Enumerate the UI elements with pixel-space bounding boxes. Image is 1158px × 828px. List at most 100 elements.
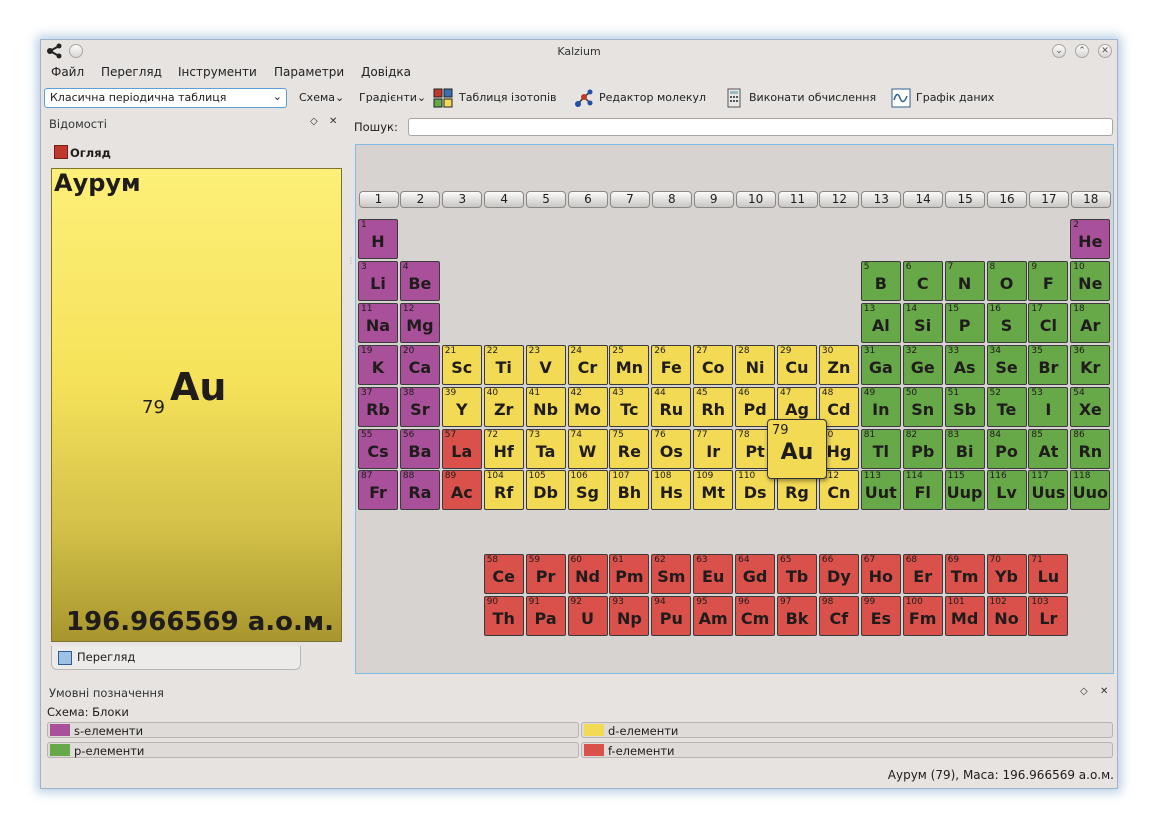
selected-element-popup[interactable]: 79 Au: [767, 418, 827, 479]
group-header-12[interactable]: 12: [819, 191, 860, 208]
element-cell-u[interactable]: 92 U: [567, 596, 608, 637]
element-cell-o[interactable]: 8O: [986, 260, 1027, 301]
calculate-button[interactable]: Виконати обчислення: [749, 91, 876, 104]
element-cell-co[interactable]: 27 Co: [693, 344, 734, 385]
element-cell-nd[interactable]: 60 Nd: [567, 554, 608, 595]
group-header-10[interactable]: 10: [735, 191, 776, 208]
close-button[interactable]: ✕: [1098, 44, 1112, 58]
element-cell-be[interactable]: 4 Be: [399, 260, 440, 301]
element-cell-yb[interactable]: 70 Yb: [986, 554, 1027, 595]
element-cell-cl[interactable]: 17 Cl: [1028, 302, 1069, 343]
element-cell-te[interactable]: 52 Te: [986, 386, 1027, 427]
group-header-18[interactable]: 18: [1070, 191, 1111, 208]
element-cell-eu[interactable]: 63 Eu: [693, 554, 734, 595]
float-legend-icon[interactable]: ◇: [1080, 686, 1088, 697]
element-cell-si[interactable]: 14 Si: [902, 302, 943, 343]
element-cell-fl[interactable]: 114 Fl: [902, 470, 943, 511]
element-cell-uus[interactable]: 117 Uus: [1028, 470, 1069, 511]
element-cell-kr[interactable]: 36 Kr: [1070, 344, 1111, 385]
element-cell-cs[interactable]: 55 Cs: [358, 428, 398, 469]
element-cell-db[interactable]: 105 Db: [525, 470, 566, 511]
element-cell-y[interactable]: 39 Y: [441, 386, 482, 427]
element-cell-ir[interactable]: 77 Ir: [693, 428, 734, 469]
element-cell-mg[interactable]: 12 Mg: [399, 302, 440, 343]
element-cell-zn[interactable]: 30 Zn: [818, 344, 859, 385]
element-cell-lu[interactable]: 71 Lu: [1028, 554, 1069, 595]
element-cell-ta[interactable]: 73 Ta: [525, 428, 566, 469]
element-cell-at[interactable]: 85 At: [1028, 428, 1069, 469]
group-header-2[interactable]: 2: [400, 191, 441, 208]
close-dock-icon[interactable]: ✕: [329, 116, 337, 127]
element-cell-es[interactable]: 99 Es: [860, 596, 901, 637]
element-cell-ac[interactable]: 89 Ac: [441, 470, 482, 511]
element-cell-np[interactable]: 93 Np: [609, 596, 650, 637]
element-cell-pr[interactable]: 59 Pr: [525, 554, 566, 595]
element-cell-rh[interactable]: 45 Rh: [693, 386, 734, 427]
element-cell-mn[interactable]: 25 Mn: [609, 344, 650, 385]
element-cell-p[interactable]: 15 P: [944, 302, 985, 343]
element-cell-s[interactable]: 16 S: [986, 302, 1027, 343]
element-cell-cu[interactable]: 29 Cu: [777, 344, 817, 385]
element-cell-sb[interactable]: 51 Sb: [944, 386, 985, 427]
element-cell-li[interactable]: 3 Li: [358, 260, 398, 301]
group-header-13[interactable]: 13: [861, 191, 902, 208]
element-cell-hf[interactable]: 72 Hf: [483, 428, 524, 469]
element-cell-gd[interactable]: 64 Gd: [735, 554, 776, 595]
element-cell-dy[interactable]: 66 Dy: [818, 554, 859, 595]
element-cell-no[interactable]: 102 No: [986, 596, 1027, 637]
element-cell-rf[interactable]: 104 Rf: [483, 470, 524, 511]
element-cell-xe[interactable]: 54 Xe: [1070, 386, 1111, 427]
element-cell-ni[interactable]: 28 Ni: [735, 344, 776, 385]
element-cell-la[interactable]: 57 La: [441, 428, 482, 469]
element-cell-v[interactable]: 23 V: [525, 344, 566, 385]
element-cell-h[interactable]: 1H: [358, 219, 398, 259]
element-cell-br[interactable]: 35 Br: [1028, 344, 1069, 385]
element-cell-cr[interactable]: 24 Cr: [567, 344, 608, 385]
minimize-button[interactable]: ⌄: [1052, 44, 1066, 58]
element-cell-pb[interactable]: 82 Pb: [902, 428, 943, 469]
group-header-9[interactable]: 9: [693, 191, 734, 208]
element-cell-i[interactable]: 53 I: [1028, 386, 1069, 427]
menu-view[interactable]: Перегляд: [101, 65, 162, 79]
element-cell-uuo[interactable]: 118 Uuo: [1070, 470, 1111, 511]
element-cell-re[interactable]: 75 Re: [609, 428, 650, 469]
element-cell-fm[interactable]: 100 Fm: [902, 596, 943, 637]
element-cell-n[interactable]: 7N: [944, 260, 985, 301]
element-cell-sc[interactable]: 21 Sc: [441, 344, 482, 385]
group-header-16[interactable]: 16: [987, 191, 1027, 208]
menu-file[interactable]: Файл: [51, 65, 84, 79]
element-cell-ar[interactable]: 18 Ar: [1070, 302, 1111, 343]
group-header-6[interactable]: 6: [568, 191, 608, 208]
menu-help[interactable]: Довідка: [361, 65, 411, 79]
element-cell-ba[interactable]: 56 Ba: [399, 428, 440, 469]
element-cell-sg[interactable]: 106 Sg: [567, 470, 608, 511]
element-cell-f[interactable]: 9F: [1028, 260, 1069, 301]
element-cell-as[interactable]: 33 As: [944, 344, 985, 385]
group-header-1[interactable]: 1: [358, 191, 399, 208]
data-plot-button[interactable]: Графік даних: [916, 91, 994, 104]
maximize-button[interactable]: ⌃: [1075, 44, 1089, 58]
element-cell-ca[interactable]: 20 Ca: [399, 344, 440, 385]
element-cell-sn[interactable]: 50 Sn: [902, 386, 943, 427]
calculator-icon[interactable]: [724, 88, 744, 108]
element-cell-na[interactable]: 11 Na: [358, 302, 398, 343]
element-cell-uut[interactable]: 113 Uut: [860, 470, 901, 511]
element-cell-mt[interactable]: 109 Mt: [693, 470, 734, 511]
element-cell-bi[interactable]: 83 Bi: [944, 428, 985, 469]
element-cell-tl[interactable]: 81 Tl: [860, 428, 901, 469]
element-cell-lr[interactable]: 103 Lr: [1028, 596, 1069, 637]
element-cell-b[interactable]: 5B: [860, 260, 901, 301]
menu-settings[interactable]: Параметри: [274, 65, 344, 79]
element-cell-nb[interactable]: 41 Nb: [525, 386, 566, 427]
element-cell-pa[interactable]: 91 Pa: [525, 596, 566, 637]
group-header-11[interactable]: 11: [777, 191, 818, 208]
element-cell-tc[interactable]: 43 Tc: [609, 386, 650, 427]
tab-view[interactable]: Перегляд: [51, 646, 301, 670]
element-cell-fe[interactable]: 26 Fe: [651, 344, 692, 385]
isotope-table-button[interactable]: Таблиця ізотопів: [459, 91, 557, 104]
element-cell-rn[interactable]: 86 Rn: [1070, 428, 1111, 469]
element-cell-k[interactable]: 19 K: [358, 344, 398, 385]
element-cell-w[interactable]: 74 W: [567, 428, 608, 469]
element-cell-c[interactable]: 6C: [902, 260, 943, 301]
element-cell-pu[interactable]: 94 Pu: [651, 596, 692, 637]
